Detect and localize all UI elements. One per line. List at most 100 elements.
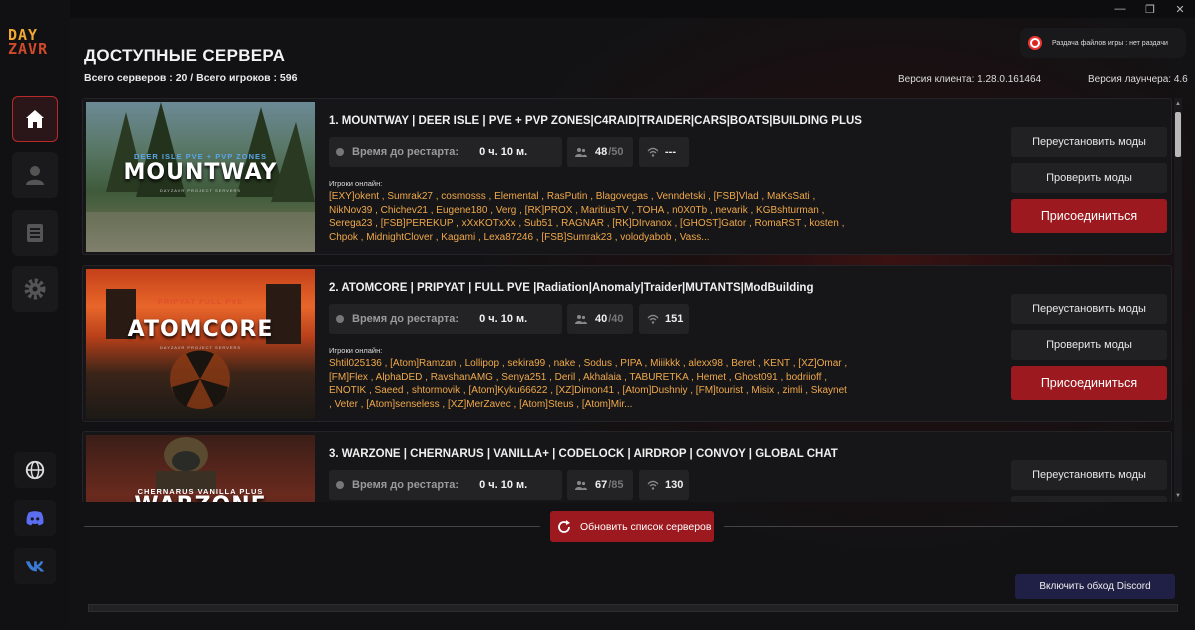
restart-value: 0 ч. 10 м.	[479, 146, 528, 158]
server-thumbnail: DEER ISLE PVE + PVP ZONES MOUNTWAY DAYZA…	[86, 102, 315, 252]
ping-value: 151	[665, 313, 684, 325]
file-distribution-label: Раздача файлов игры : нет раздачи	[1052, 39, 1168, 47]
server-card: CHERNARUS VANILLA PLUS WARZONE 3. WARZON…	[82, 431, 1172, 502]
ping: ---	[639, 137, 689, 167]
players-online-list: Shtil025136 , [Atom]Ramzan , Lollipop , …	[329, 358, 848, 410]
vk-icon	[25, 561, 45, 572]
player-count: 40 /40	[567, 304, 633, 334]
players-max: /85	[608, 479, 624, 491]
reinstall-mods-button[interactable]: Переустановить моды	[1011, 460, 1167, 490]
server-name: 2. ATOMCORE | PRIPYAT | FULL PVE |Radiat…	[329, 282, 814, 294]
thumb-caption: DAYZAVR PROJECT SERVERS	[159, 345, 242, 350]
verify-mods-button[interactable]: Проверить моды	[1011, 330, 1167, 360]
reinstall-mods-button[interactable]: Переустановить моды	[1011, 294, 1167, 324]
ping: 151	[639, 304, 689, 334]
players-current: 67	[595, 479, 608, 491]
clock-icon	[336, 481, 344, 489]
divider-left	[84, 526, 540, 527]
logo-line2: ZAVR	[8, 40, 49, 58]
users-icon	[575, 481, 587, 490]
restart-timer: Время до рестарта: 0 ч. 10 м.	[329, 304, 562, 334]
restart-label: Время до рестарта:	[352, 313, 460, 325]
thumb-subtitle: PRIPYAT FULL PVE	[157, 297, 244, 306]
distribution-radio-icon[interactable]	[1028, 36, 1042, 50]
restart-value: 0 ч. 10 м.	[479, 313, 528, 325]
ping: 130	[639, 470, 689, 500]
nav-news-button[interactable]	[12, 210, 58, 256]
nav-settings-button[interactable]	[12, 266, 58, 312]
scroll-thumb[interactable]	[1175, 112, 1181, 157]
reinstall-mods-button[interactable]: Переустановить моды	[1011, 127, 1167, 157]
main-panel: ДОСТУПНЫЕ СЕРВЕРА Всего серверов : 20 / …	[70, 18, 1195, 630]
players-online-label: Игроки онлайн:	[329, 346, 383, 355]
wifi-icon	[647, 314, 659, 324]
restart-label: Время до рестарта:	[352, 479, 460, 491]
home-icon	[26, 110, 44, 128]
refresh-icon	[558, 519, 570, 533]
launcher-version: Версия лаунчера: 4.6	[1088, 74, 1188, 85]
restart-timer: Время до рестарта: 0 ч. 10 м.	[329, 137, 562, 167]
discord-bypass-button[interactable]: Включить обход Discord	[1015, 574, 1175, 599]
book-icon	[27, 224, 43, 242]
client-version: Версия клиента: 1.28.0.161464	[898, 74, 1042, 85]
pripyat-shapes	[106, 284, 301, 409]
verify-mods-button[interactable]: Проверить моды	[1011, 496, 1167, 502]
sidebar: DAY ZAVR	[0, 0, 70, 630]
website-button[interactable]	[14, 452, 56, 488]
clock-icon	[336, 315, 344, 323]
gear-icon	[24, 278, 46, 300]
logo: DAY ZAVR	[8, 28, 64, 68]
player-count: 48 /50	[567, 137, 633, 167]
users-icon	[575, 148, 587, 157]
verify-mods-button[interactable]: Проверить моды	[1011, 163, 1167, 193]
nav-home-button[interactable]	[12, 96, 58, 142]
players-online-list: [EXY]okent , Sumrak27 , cosmosss , Eleme…	[329, 191, 845, 243]
join-button[interactable]: Присоединиться	[1011, 366, 1167, 400]
players-current: 48	[595, 146, 608, 158]
restart-value: 0 ч. 10 м.	[479, 479, 528, 491]
wifi-icon	[647, 480, 659, 490]
ping-value: ---	[665, 146, 676, 158]
restart-timer: Время до рестарта: 0 ч. 10 м.	[329, 470, 562, 500]
minimize-button[interactable]: —	[1105, 0, 1135, 18]
thumb-title: MOUNTWAY	[123, 160, 278, 185]
server-thumbnail: CHERNARUS VANILLA PLUS WARZONE	[86, 435, 315, 502]
close-button[interactable]: ✕	[1165, 0, 1195, 18]
server-name: 3. WARZONE | CHERNARUS | VANILLA+ | CODE…	[329, 448, 838, 460]
file-distribution-toggle[interactable]: Раздача файлов игры : нет раздачи	[1020, 28, 1186, 58]
clock-icon	[336, 148, 344, 156]
users-icon	[575, 315, 587, 324]
vk-button[interactable]	[14, 548, 56, 584]
maximize-button[interactable]: ❐	[1135, 0, 1165, 18]
refresh-label: Обновить список серверов	[580, 520, 712, 533]
user-icon	[26, 166, 44, 185]
thumb-title: ATOMCORE	[127, 317, 274, 342]
scrollbar[interactable]: ▲ ▼	[1174, 98, 1182, 502]
window-controls: — ❐ ✕	[1105, 0, 1195, 18]
join-button[interactable]: Присоединиться	[1011, 199, 1167, 233]
players-current: 40	[595, 313, 608, 325]
progress-bar	[88, 604, 1178, 612]
players-max: /50	[608, 146, 624, 158]
scroll-up-icon[interactable]: ▲	[1174, 100, 1182, 108]
discord-icon	[26, 511, 44, 526]
nav-profile-button[interactable]	[12, 152, 58, 198]
thumb-caption: DAYZAVR PROJECT SERVERS	[159, 188, 242, 193]
scroll-down-icon[interactable]: ▼	[1174, 492, 1182, 500]
server-thumbnail: PRIPYAT FULL PVE ATOMCORE DAYZAVR PROJEC…	[86, 269, 315, 419]
discord-button[interactable]	[14, 500, 56, 536]
server-list: DEER ISLE PVE + PVP ZONES MOUNTWAY DAYZA…	[82, 98, 1174, 502]
server-card: DEER ISLE PVE + PVP ZONES MOUNTWAY DAYZA…	[82, 98, 1172, 255]
server-card: PRIPYAT FULL PVE ATOMCORE DAYZAVR PROJEC…	[82, 265, 1172, 422]
refresh-servers-button[interactable]: Обновить список серверов	[550, 511, 714, 542]
thumb-title: WARZONE	[86, 493, 315, 502]
divider-right	[724, 526, 1178, 527]
players-online-label: Игроки онлайн:	[329, 179, 383, 188]
players-max: /40	[608, 313, 624, 325]
player-count: 67 /85	[567, 470, 633, 500]
page-title: ДОСТУПНЫЕ СЕРВЕРА	[84, 46, 286, 65]
ping-value: 130	[665, 479, 684, 491]
globe-icon	[25, 460, 45, 480]
wifi-icon	[647, 147, 659, 157]
server-name: 1. MOUNTWAY | DEER ISLE | PVE + PVP ZONE…	[329, 115, 862, 127]
